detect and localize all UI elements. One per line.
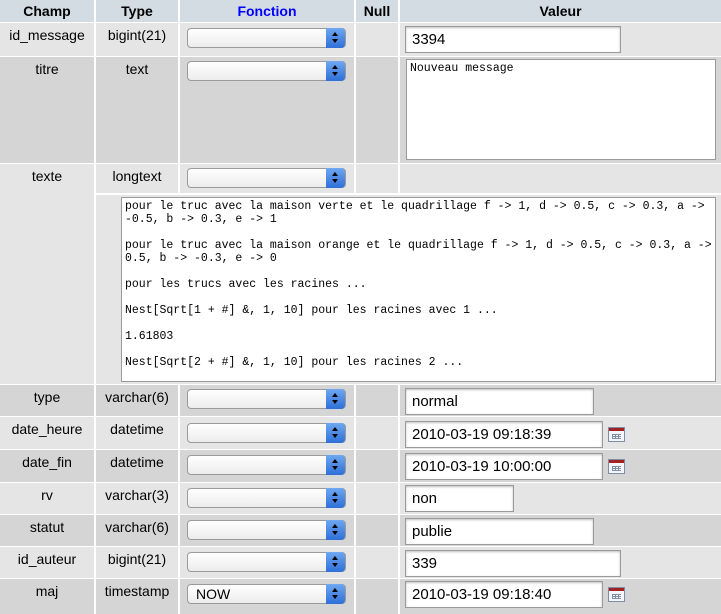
- value-input-type[interactable]: normal: [405, 388, 594, 415]
- function-select-date-fin[interactable]: [187, 455, 346, 475]
- select-arrows-icon: [326, 584, 345, 604]
- header-fonction[interactable]: Fonction: [180, 0, 354, 22]
- column-divider: [178, 384, 180, 614]
- field-type-rv: varchar(3): [105, 487, 169, 503]
- column-divider: [398, 384, 400, 614]
- select-arrows-icon: [326, 61, 345, 81]
- field-type-date-heure: datetime: [110, 421, 164, 437]
- value-input-id-message[interactable]: 3394: [405, 26, 621, 53]
- function-select-id-message[interactable]: [187, 28, 346, 48]
- calendar-icon[interactable]: [608, 427, 625, 442]
- field-name-rv: rv: [41, 487, 53, 503]
- row-divider: [96, 193, 721, 195]
- value-textarea-titre[interactable]: Nouveau message: [406, 59, 716, 160]
- field-type-statut: varchar(6): [105, 519, 169, 535]
- select-arrows-icon: [326, 389, 345, 409]
- header-null: Null: [356, 0, 398, 22]
- select-arrows-icon: [326, 552, 345, 572]
- function-select-texte[interactable]: [187, 168, 346, 188]
- field-type-texte: longtext: [112, 168, 162, 184]
- select-arrows-icon: [326, 455, 345, 475]
- function-select-date-heure[interactable]: [187, 423, 346, 443]
- field-name-maj: maj: [35, 583, 59, 599]
- value-input-statut[interactable]: publie: [405, 518, 594, 545]
- field-name-date-heure: date_heure: [11, 421, 83, 437]
- function-select-statut[interactable]: [187, 520, 346, 540]
- header-type: Type: [96, 0, 178, 22]
- select-arrows-icon: [326, 168, 345, 188]
- column-divider: [398, 0, 400, 194]
- field-name-id-auteur: id_auteur: [17, 551, 77, 567]
- header-valeur: Valeur: [400, 0, 721, 22]
- value-input-date-heure[interactable]: 2010-03-19 09:18:39: [405, 421, 603, 448]
- field-type-titre: text: [125, 61, 149, 77]
- select-arrows-icon: [326, 423, 345, 443]
- field-name-date-fin: date_fin: [22, 454, 72, 470]
- function-select-maj[interactable]: NOW: [187, 584, 346, 604]
- value-textarea-texte[interactable]: pour le truc avec la maison verte et le …: [121, 197, 716, 382]
- function-select-id-auteur[interactable]: [187, 552, 346, 572]
- function-select-rv[interactable]: [187, 488, 346, 508]
- column-divider: [354, 0, 356, 194]
- select-arrows-icon: [326, 520, 345, 540]
- field-name-type: type: [33, 389, 61, 405]
- field-type-maj: timestamp: [104, 583, 170, 599]
- field-name-titre: titre: [35, 61, 59, 77]
- function-select-type[interactable]: [187, 389, 346, 409]
- function-select-titre[interactable]: [187, 61, 346, 81]
- value-input-date-fin[interactable]: 2010-03-19 10:00:00: [405, 453, 603, 480]
- field-type-id-auteur: bigint(21): [107, 551, 167, 567]
- column-divider: [178, 0, 180, 194]
- calendar-icon[interactable]: [608, 587, 625, 602]
- field-name-id-message: id_message: [9, 27, 85, 43]
- calendar-icon[interactable]: [608, 459, 625, 474]
- field-type-type: varchar(6): [105, 389, 169, 405]
- value-input-rv[interactable]: non: [405, 485, 514, 512]
- value-input-maj[interactable]: 2010-03-19 09:18:40: [405, 581, 603, 608]
- field-name-texte: texte: [31, 168, 63, 184]
- field-type-date-fin: datetime: [110, 454, 164, 470]
- field-name-statut: statut: [29, 519, 65, 535]
- field-type-id-message: bigint(21): [107, 27, 167, 43]
- header-champ: Champ: [0, 0, 94, 22]
- value-input-id-auteur[interactable]: 339: [405, 550, 621, 577]
- select-arrows-icon: [326, 488, 345, 508]
- column-divider: [354, 384, 356, 614]
- select-arrows-icon: [326, 28, 345, 48]
